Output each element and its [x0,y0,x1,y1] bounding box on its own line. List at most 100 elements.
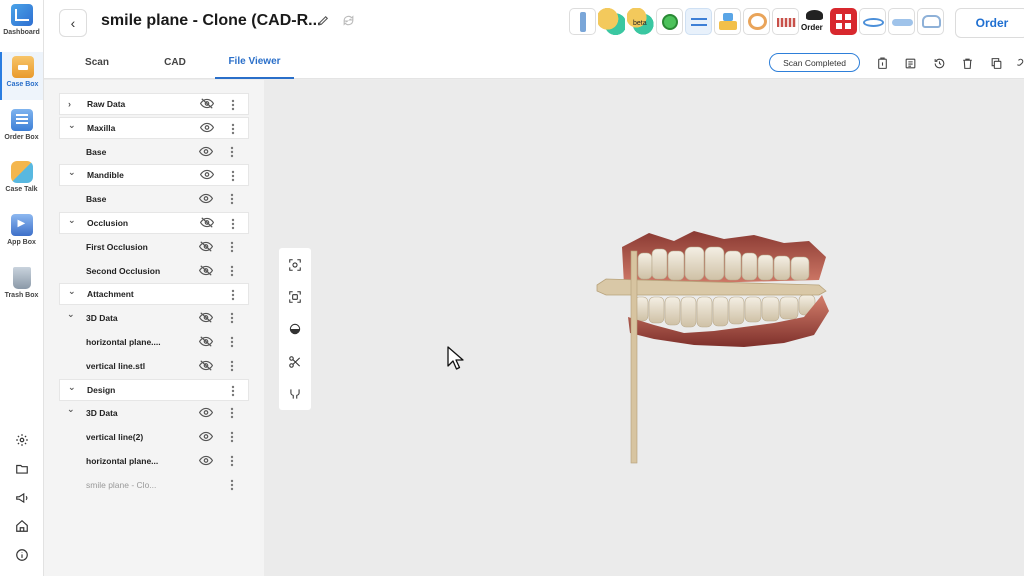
eye-off-icon[interactable] [198,360,215,372]
chevron-down-icon[interactable]: ⌄ [67,404,75,415]
link-icon[interactable] [1010,55,1024,71]
chevron-down-icon[interactable]: ⌄ [68,286,76,297]
more-options-icon[interactable] [231,170,235,182]
tree-item-row[interactable]: vertical line(2) [59,426,249,448]
tree-subgroup-row[interactable]: ⌄ 3D Data [59,307,249,329]
app-arch-icon[interactable] [743,8,770,35]
app-scanner-icon[interactable] [569,8,596,35]
pencil-icon[interactable] [317,14,331,28]
nav-dashboard[interactable]: Dashboard [0,0,43,48]
more-options-icon[interactable] [230,146,234,158]
chevron-down-icon[interactable]: ⌄ [68,215,76,226]
eye-icon[interactable] [198,455,215,467]
eye-off-icon[interactable] [199,98,216,110]
eye-off-icon[interactable] [198,241,215,253]
history-icon[interactable] [931,55,947,71]
scissors-icon[interactable] [287,354,303,370]
chevron-down-icon[interactable]: ⌄ [68,382,76,393]
tree-item-row[interactable]: Second Occlusion [59,260,249,282]
note-icon[interactable] [902,55,918,71]
tree-group-row[interactable]: ⌄ Mandible [59,164,249,187]
more-options-icon[interactable] [230,265,234,277]
measure-icon[interactable] [287,386,303,402]
more-options-icon[interactable] [230,336,234,348]
app-green-smile-icon[interactable] [656,8,683,35]
settings-icon[interactable] [0,430,43,450]
nav-case-box[interactable]: Case Box [0,52,43,100]
app-ruler-icon[interactable] [772,8,799,35]
eye-off-icon[interactable] [198,264,215,277]
chevron-down-icon[interactable]: ⌄ [67,309,75,320]
section-icon[interactable] [287,321,303,337]
eye-off-icon[interactable] [198,336,215,348]
more-options-icon[interactable] [230,241,234,253]
tree-item-row[interactable]: smile plane - Clo... [59,474,249,496]
app-workflow-icon[interactable] [685,8,712,35]
chevron-right-icon[interactable]: › [68,99,71,109]
more-options-icon[interactable] [231,123,235,135]
eye-icon[interactable] [199,169,216,181]
info-icon[interactable] [0,545,43,565]
app-ortho-icon[interactable] [714,8,741,35]
tree-item-row[interactable]: vertical line.stl [59,355,249,377]
eye-icon[interactable] [198,193,215,205]
eye-icon[interactable] [199,122,216,134]
eye-off-icon[interactable] [198,312,215,324]
nav-app-box[interactable]: App Box [0,210,43,258]
eye-icon[interactable] [198,431,215,443]
app-tray-icon[interactable] [888,8,915,35]
app-red-grid-icon[interactable] [830,8,857,35]
tree-item-row[interactable]: horizontal plane... [59,450,249,472]
tree-group-row[interactable]: ⌄ Attachment [59,283,249,306]
more-options-icon[interactable] [230,360,234,372]
home-icon[interactable] [0,516,43,536]
tree-group-row[interactable]: ⌄ Occlusion [59,212,249,234]
focus-icon[interactable] [287,289,303,305]
tab-scan[interactable]: Scan [72,46,122,79]
more-options-icon[interactable] [230,407,234,419]
more-options-icon[interactable] [230,479,234,491]
app-beta-icon[interactable]: beta [627,8,654,35]
clipboard-icon[interactable] [874,55,890,71]
tab-file-viewer[interactable]: File Viewer [215,46,294,79]
3d-viewport[interactable] [264,80,1024,576]
tree-item-row[interactable]: First Occlusion [59,236,249,258]
more-options-icon[interactable] [230,431,234,443]
back-button[interactable]: ‹ [59,9,87,37]
eye-off-icon[interactable] [199,217,216,229]
nav-case-talk[interactable]: Case Talk [0,157,43,205]
more-options-icon[interactable] [230,455,234,467]
eye-icon[interactable] [198,407,215,419]
app-green-icon[interactable] [598,8,625,35]
tree-group-row[interactable]: › Raw Data [59,93,249,115]
tree-item-row[interactable]: Base [59,188,249,210]
chevron-down-icon[interactable]: ⌄ [68,120,76,131]
app-tooth-icon[interactable] [917,8,944,35]
megaphone-icon[interactable] [0,488,43,508]
folder-icon[interactable] [0,459,43,479]
more-options-icon[interactable] [230,193,234,205]
app-order-icon[interactable]: Order [801,8,828,35]
tab-cad[interactable]: CAD [152,46,198,79]
eye-icon[interactable] [198,146,215,158]
dental-scan-model[interactable] [594,225,834,470]
order-button[interactable]: Order [955,8,1024,38]
tree-group-row[interactable]: ⌄ Design [59,378,249,401]
sync-icon[interactable] [342,14,356,28]
tree-group-row[interactable]: ⌄ Maxilla [59,116,249,139]
more-options-icon[interactable] [231,99,235,111]
nav-order-box[interactable]: Order Box [0,105,43,153]
tree-item-row[interactable]: Base [59,141,249,163]
tree-item-row[interactable]: horizontal plane.... [59,331,249,353]
more-options-icon[interactable] [231,289,235,301]
more-options-icon[interactable] [231,218,235,230]
copy-icon[interactable] [988,55,1004,71]
delete-icon[interactable] [959,55,975,71]
more-options-icon[interactable] [230,312,234,324]
app-lips-icon[interactable] [859,8,886,35]
fit-view-icon[interactable] [287,257,303,273]
more-options-icon[interactable] [231,385,235,397]
nav-trash-box[interactable]: Trash Box [0,263,43,311]
chevron-down-icon[interactable]: ⌄ [68,167,76,178]
tree-subgroup-row[interactable]: ⌄ 3D Data [59,402,249,424]
